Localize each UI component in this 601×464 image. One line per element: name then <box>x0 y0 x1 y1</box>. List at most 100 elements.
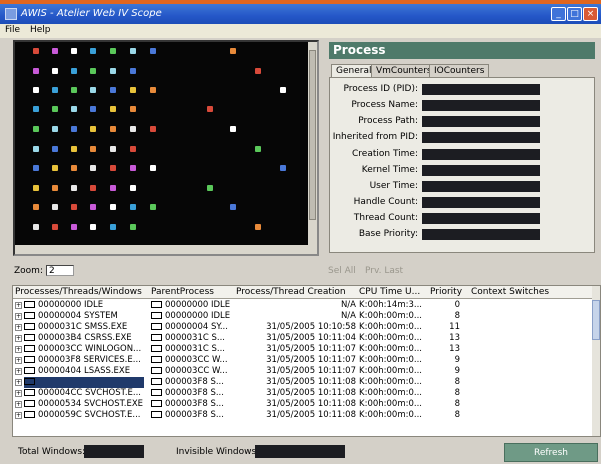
window-thumbnail-icon[interactable] <box>130 185 136 191</box>
window-thumbnail-icon[interactable] <box>71 204 77 210</box>
table-row[interactable]: +000003CC WINLOGON... 0000031C S... 31/05/… <box>13 344 593 355</box>
table-row[interactable]: +00000004 SYSTEM 00000000 IDLE N/A K:00h:00… <box>13 311 593 322</box>
window-thumbnail-icon[interactable] <box>71 165 77 171</box>
window-thumbnail-icon[interactable] <box>130 126 136 132</box>
minimize-button[interactable]: _ <box>551 7 566 21</box>
window-icons-panel[interactable] <box>13 40 319 256</box>
window-thumbnail-icon[interactable] <box>71 126 77 132</box>
window-thumbnail-icon[interactable] <box>33 87 39 93</box>
window-thumbnail-icon[interactable] <box>130 204 136 210</box>
window-thumbnail-icon[interactable] <box>150 87 156 93</box>
table-row[interactable]: +00000000 IDLE 00000000 IDLE N/A K:00h:14m:… <box>13 300 593 311</box>
table-row[interactable]: +000004CC SVCHOST.E... 000003F8 S... 31/05… <box>13 388 593 399</box>
column-header[interactable]: Context Switches <box>471 287 549 297</box>
table-row[interactable]: +0000031C SMSS.EXE 00000004 SY... 31/05/20… <box>13 322 593 333</box>
expand-icon[interactable]: + <box>15 346 22 353</box>
window-thumbnail-icon[interactable] <box>110 87 116 93</box>
window-thumbnail-icon[interactable] <box>255 224 261 230</box>
window-thumbnail-icon[interactable] <box>130 224 136 230</box>
window-thumbnail-icon[interactable] <box>130 165 136 171</box>
window-thumbnail-icon[interactable] <box>150 126 156 132</box>
window-thumbnail-icon[interactable] <box>90 165 96 171</box>
window-thumbnail-icon[interactable] <box>110 165 116 171</box>
window-thumbnail-icon[interactable] <box>52 106 58 112</box>
maximize-button[interactable]: □ <box>567 7 582 21</box>
window-thumbnail-icon[interactable] <box>110 106 116 112</box>
window-thumbnail-icon[interactable] <box>52 48 58 54</box>
column-header[interactable]: Processes/Threads/Windows <box>15 287 142 297</box>
window-thumbnail-icon[interactable] <box>255 146 261 152</box>
window-thumbnail-icon[interactable] <box>255 68 261 74</box>
window-thumbnail-icon[interactable] <box>130 146 136 152</box>
window-thumbnail-icon[interactable] <box>110 48 116 54</box>
window-thumbnail-icon[interactable] <box>90 48 96 54</box>
table-row[interactable]: +000003F8 S... 31/05/2005 10:11:08 K:00h:0… <box>13 377 593 388</box>
table-row[interactable]: +0000059C SVCHOST.E... 000003F8 S... 31/05… <box>13 410 593 421</box>
window-thumbnail-icon[interactable] <box>150 165 156 171</box>
expand-icon[interactable]: + <box>15 390 22 397</box>
table-row[interactable]: +00000534 SVCHOST.EXE 000003F8 S... 31/05/… <box>13 399 593 410</box>
window-thumbnail-icon[interactable] <box>52 146 58 152</box>
window-thumbnail-icon[interactable] <box>52 224 58 230</box>
window-thumbnail-icon[interactable] <box>110 224 116 230</box>
table-row[interactable]: +000003F8 SERVICES.E... 000003CC W... 31/0… <box>13 355 593 366</box>
table-row[interactable]: +00000404 LSASS.EXE 000003CC W... 31/05/20… <box>13 366 593 377</box>
previous-last-button[interactable]: Prv. Last <box>365 266 403 276</box>
window-thumbnail-icon[interactable] <box>33 204 39 210</box>
window-thumbnail-icon[interactable] <box>71 68 77 74</box>
window-thumbnail-icon[interactable] <box>52 87 58 93</box>
window-thumbnail-icon[interactable] <box>207 106 213 112</box>
window-thumbnail-icon[interactable] <box>33 68 39 74</box>
window-thumbnail-icon[interactable] <box>90 204 96 210</box>
window-thumbnail-icon[interactable] <box>90 106 96 112</box>
window-thumbnail-icon[interactable] <box>110 146 116 152</box>
expand-icon[interactable]: + <box>15 335 22 342</box>
window-thumbnail-icon[interactable] <box>110 204 116 210</box>
window-thumbnail-icon[interactable] <box>280 165 286 171</box>
window-thumbnail-icon[interactable] <box>207 185 213 191</box>
window-thumbnail-icon[interactable] <box>90 126 96 132</box>
expand-icon[interactable]: + <box>15 302 22 309</box>
window-thumbnail-icon[interactable] <box>280 87 286 93</box>
window-thumbnail-icon[interactable] <box>110 185 116 191</box>
window-thumbnail-icon[interactable] <box>71 185 77 191</box>
column-header[interactable]: Process/Thread Creation <box>236 287 346 297</box>
icons-scroll-thumb[interactable] <box>309 50 316 220</box>
window-thumbnail-icon[interactable] <box>71 87 77 93</box>
column-header[interactable]: Priority <box>430 287 462 297</box>
expand-icon[interactable]: + <box>15 368 22 375</box>
window-thumbnail-icon[interactable] <box>33 185 39 191</box>
select-all-button[interactable]: Sel All <box>328 266 356 276</box>
window-thumbnail-icon[interactable] <box>150 204 156 210</box>
icons-vertical-scrollbar[interactable] <box>308 42 317 254</box>
process-table[interactable]: Processes/Threads/Windows ParentProcess … <box>12 285 601 437</box>
menu-file[interactable]: File <box>5 25 20 35</box>
column-header[interactable]: CPU Time U... <box>359 287 420 297</box>
column-header[interactable]: ParentProcess <box>151 287 214 297</box>
window-thumbnail-icon[interactable] <box>33 165 39 171</box>
window-thumbnail-icon[interactable] <box>71 106 77 112</box>
window-thumbnail-icon[interactable] <box>110 126 116 132</box>
window-thumbnail-icon[interactable] <box>230 204 236 210</box>
window-thumbnail-icon[interactable] <box>52 204 58 210</box>
window-thumbnail-icon[interactable] <box>90 87 96 93</box>
menu-help[interactable]: Help <box>30 25 51 35</box>
table-scroll-thumb[interactable] <box>592 300 600 340</box>
window-thumbnail-icon[interactable] <box>33 126 39 132</box>
window-thumbnail-icon[interactable] <box>71 224 77 230</box>
window-thumbnail-icon[interactable] <box>130 68 136 74</box>
expand-icon[interactable]: + <box>15 324 22 331</box>
window-thumbnail-icon[interactable] <box>71 48 77 54</box>
expand-icon[interactable]: + <box>15 412 22 419</box>
window-thumbnail-icon[interactable] <box>52 68 58 74</box>
expand-icon[interactable]: + <box>15 379 22 386</box>
window-thumbnail-icon[interactable] <box>90 68 96 74</box>
window-thumbnail-icon[interactable] <box>33 224 39 230</box>
table-vertical-scrollbar[interactable] <box>592 286 600 436</box>
window-thumbnail-icon[interactable] <box>90 224 96 230</box>
expand-icon[interactable]: + <box>15 357 22 364</box>
window-thumbnail-icon[interactable] <box>52 126 58 132</box>
window-thumbnail-icon[interactable] <box>130 48 136 54</box>
window-thumbnail-icon[interactable] <box>230 48 236 54</box>
window-thumbnail-icon[interactable] <box>230 126 236 132</box>
